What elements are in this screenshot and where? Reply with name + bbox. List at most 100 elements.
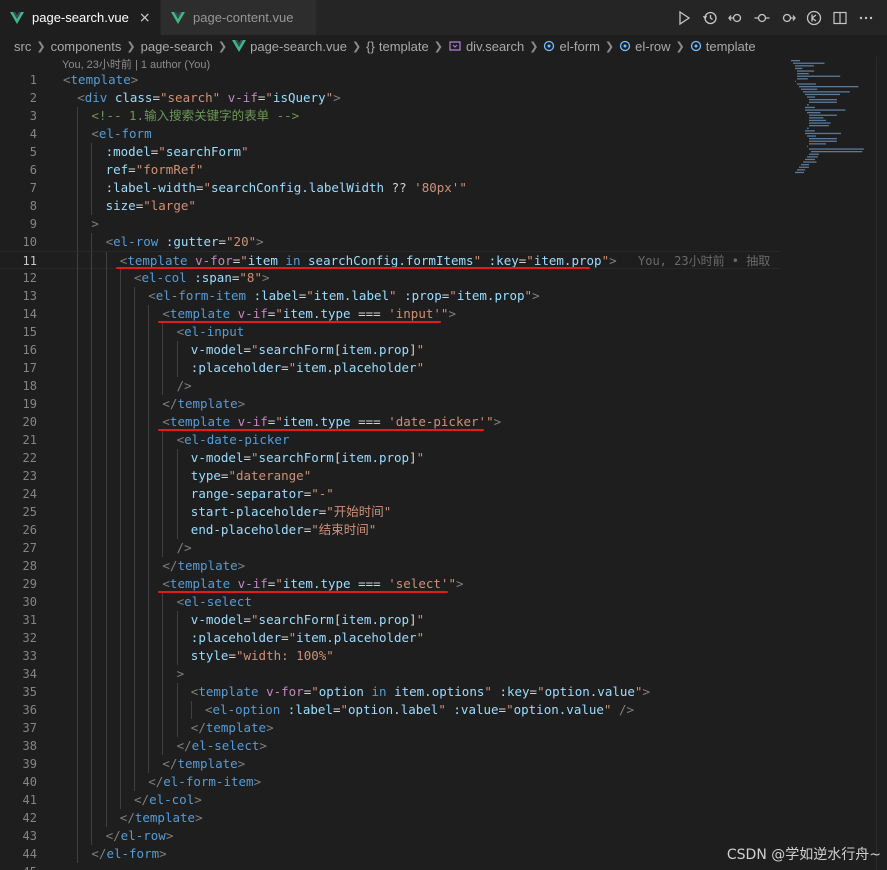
indent-guide — [162, 467, 164, 485]
breadcrumb-src[interactable]: src — [14, 39, 31, 54]
code-line[interactable]: 44 </el-form> — [0, 845, 780, 863]
code-token: item.options — [394, 684, 485, 699]
line-number: 12 — [22, 271, 37, 285]
code-line[interactable]: 43 </el-row> — [0, 827, 780, 845]
more-actions-icon[interactable] — [853, 5, 879, 31]
code-line[interactable]: 17:placeholder="item.placeholder" — [0, 359, 780, 377]
code-line[interactable]: 24 range-separator="-" — [0, 485, 780, 503]
indent-guide — [162, 521, 164, 539]
code-line[interactable]: 15 <el-input — [0, 323, 780, 341]
code-token: = — [281, 360, 289, 375]
code-editor[interactable]: 1 <template> 2 <div class="search" v-if="is… — [0, 71, 780, 870]
indent-guide — [134, 755, 135, 773]
code-line[interactable]: 2 <div class="search" v-if="isQuery"> — [0, 89, 780, 107]
code-line[interactable]: 33 style="width: 100%" — [0, 647, 780, 665]
minimap-line — [809, 138, 837, 140]
breadcrumb-el-row[interactable]: el-row — [619, 39, 671, 54]
breadcrumb-page-search[interactable]: page-search — [141, 39, 213, 54]
code-token: in — [285, 253, 301, 268]
breadcrumb-components[interactable]: components — [51, 39, 122, 54]
code-line[interactable]: 18 /> — [0, 377, 780, 395]
code-line[interactable]: 31 v-model="searchForm[item.prop]" — [0, 611, 780, 629]
code-token: v-if — [227, 90, 258, 105]
indent-guide — [77, 773, 79, 791]
indent-guide — [77, 377, 79, 395]
previous-change-icon[interactable] — [723, 5, 749, 31]
breadcrumb-template[interactable]: {} template — [366, 39, 429, 54]
code-token: :key — [488, 253, 519, 268]
indent-guide — [134, 395, 135, 413]
code-line[interactable]: 37 </template> — [0, 719, 780, 737]
code-line[interactable]: 35 <template v-for="option in item.option… — [0, 683, 780, 701]
code-line[interactable]: 10 <el-row :gutter="20"> — [0, 233, 780, 251]
code-token: el-form-item — [155, 288, 247, 303]
history-icon[interactable] — [697, 5, 723, 31]
minimap-line — [801, 88, 818, 90]
code-line[interactable]: 19 </template> — [0, 395, 780, 413]
code-line[interactable]: 38 </el-select> — [0, 737, 780, 755]
code-line[interactable]: 41 </el-col> — [0, 791, 780, 809]
code-token: " — [537, 684, 545, 699]
indent-guide — [148, 755, 150, 773]
indent-guide — [119, 593, 121, 611]
code-line[interactable]: 1 <template> — [0, 71, 780, 89]
breadcrumb-file[interactable]: page-search.vue — [232, 39, 347, 54]
split-editor-icon[interactable] — [827, 5, 853, 31]
commit-icon[interactable] — [749, 5, 775, 31]
code-line[interactable]: 7:label-width="searchConfig.labelWidth ?… — [0, 179, 780, 197]
code-line[interactable]: 25 start-placeholder="开始时间" — [0, 503, 780, 521]
gitlens-icon[interactable] — [801, 5, 827, 31]
code-line[interactable]: 34 > — [0, 665, 780, 683]
code-line[interactable]: 13 <el-form-item :label="item.label" :pro… — [0, 287, 780, 305]
code-line[interactable]: 42 </template> — [0, 809, 780, 827]
code-line[interactable]: 3 <!-- 1.输入搜索关键字的表单 --> — [0, 107, 780, 125]
indent-guide — [77, 611, 79, 629]
code-line[interactable]: 22 v-model="searchForm[item.prop]" — [0, 449, 780, 467]
code-line[interactable]: 12 <el-col :span="8"> — [0, 269, 780, 287]
code-token: " — [158, 144, 166, 159]
code-line[interactable]: 45 — [0, 863, 780, 870]
code-text: v-model="searchForm[item.prop]" — [191, 449, 424, 467]
code-line[interactable]: 28 </template> — [0, 557, 780, 575]
code-line[interactable]: 5:model="searchForm" — [0, 143, 780, 161]
code-token: "large" — [143, 198, 196, 213]
breadcrumb-div-search[interactable]: div.search — [448, 39, 524, 54]
code-line[interactable]: 27 /> — [0, 539, 780, 557]
indent-guide — [134, 287, 135, 305]
run-icon[interactable] — [671, 5, 697, 31]
code-line[interactable]: 32:placeholder="item.placeholder" — [0, 629, 780, 647]
code-line[interactable]: 39 </template> — [0, 755, 780, 773]
indent-guide — [105, 449, 107, 467]
close-icon[interactable]: × — [139, 10, 151, 26]
code-token: > — [455, 576, 464, 591]
code-line[interactable]: 40 </el-form-item> — [0, 773, 780, 791]
code-line[interactable]: 9 > — [0, 215, 780, 233]
indent-guide — [119, 287, 121, 305]
tab-page-search[interactable]: page-search.vue × — [0, 0, 160, 35]
code-token: </ — [105, 828, 121, 843]
code-line[interactable]: 23 type="daterange" — [0, 467, 780, 485]
code-line[interactable]: 26 end-placeholder="结束时间" — [0, 521, 780, 539]
line-number: 39 — [22, 757, 37, 771]
code-line[interactable]: 8 size="large" — [0, 197, 780, 215]
code-line[interactable]: 6 ref="formRef" — [0, 161, 780, 179]
vue-icon — [10, 11, 24, 24]
codelens-blame[interactable]: You, 23小时前 | 1 author (You) — [62, 56, 210, 72]
indent-guide — [91, 557, 93, 575]
indent-guide — [134, 557, 135, 575]
code-line[interactable]: 30 <el-select — [0, 593, 780, 611]
code-text: </el-col> — [134, 791, 202, 809]
breadcrumb-el-form[interactable]: el-form — [543, 39, 600, 54]
line-number: 40 — [22, 775, 37, 789]
code-line[interactable]: 16 v-model="searchForm[item.prop]" — [0, 341, 780, 359]
minimap[interactable] — [785, 57, 875, 297]
indent-guide — [77, 341, 79, 359]
tab-page-content[interactable]: page-content.vue — [160, 0, 316, 35]
code-line[interactable]: 4 <el-form — [0, 125, 780, 143]
code-line[interactable]: 21 <el-date-picker — [0, 431, 780, 449]
code-token: > — [195, 810, 203, 825]
breadcrumb-template-current[interactable]: template — [690, 39, 756, 54]
vertical-scrollbar[interactable] — [876, 57, 887, 870]
code-line[interactable]: 36 <el-option :label="option.label" :valu… — [0, 701, 780, 719]
next-change-icon[interactable] — [775, 5, 801, 31]
